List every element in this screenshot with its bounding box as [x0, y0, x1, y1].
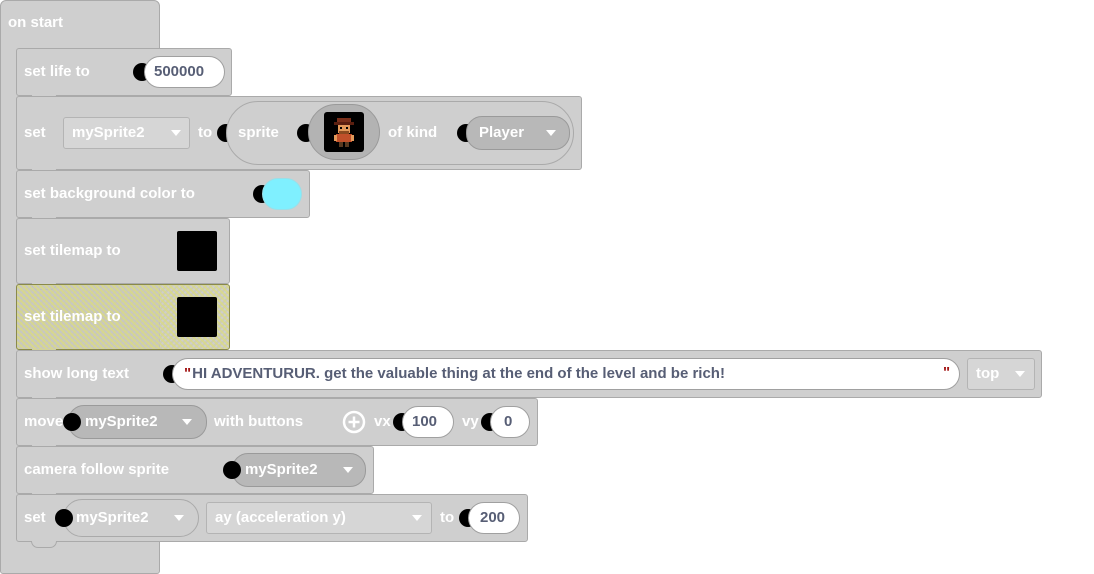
set-background-label: set background color to [24, 185, 195, 202]
color-picker[interactable] [262, 178, 302, 210]
show-long-text-label: show long text [24, 365, 129, 382]
property-sprite-value: mySprite2 [76, 509, 149, 526]
variable-name: mySprite2 [72, 124, 145, 141]
vy-value: 0 [504, 413, 513, 430]
chevron-down-icon [171, 130, 181, 136]
chevron-down-icon [174, 515, 184, 521]
life-value-input[interactable]: 500000 [144, 56, 225, 88]
property-value: ay (acceleration y) [215, 509, 346, 526]
camera-sprite-value: mySprite2 [245, 461, 318, 478]
to-label: to [440, 509, 455, 526]
open-quote: " [184, 365, 192, 382]
set-label: set [24, 509, 46, 526]
text-position-value: top [976, 365, 1000, 382]
camera-follow-label: camera follow sprite [24, 461, 170, 478]
sprite-label: sprite [238, 124, 279, 141]
of-kind-label: of kind [388, 124, 438, 141]
set-tilemap-label: set tilemap to [24, 242, 121, 259]
pirate-sprite-icon [324, 112, 364, 152]
vy-label: vy [462, 413, 479, 430]
vx-label: vx [374, 413, 391, 430]
property-value-input[interactable]: 200 [468, 502, 520, 534]
chevron-down-icon [546, 130, 556, 136]
set-label: set [24, 124, 46, 141]
property-number-value: 200 [480, 509, 506, 526]
input-connector [63, 413, 81, 431]
chevron-down-icon [412, 515, 422, 521]
set-life-label: set life to [24, 63, 90, 80]
life-value: 500000 [154, 63, 205, 80]
kind-value: Player [479, 124, 525, 141]
vx-input[interactable]: 100 [402, 406, 454, 438]
tilemap-thumbnail[interactable] [177, 231, 217, 271]
set-tilemap-label: set tilemap to [24, 308, 121, 325]
property-dropdown[interactable]: ay (acceleration y) [206, 502, 432, 534]
vy-input[interactable]: 0 [490, 406, 530, 438]
chevron-down-icon [182, 419, 192, 425]
long-text-value: HI ADVENTURUR. get the valuable thing at… [192, 365, 725, 382]
chevron-down-icon [1015, 371, 1025, 377]
plus-circle-icon[interactable] [342, 410, 366, 434]
on-start-label: on start [8, 14, 64, 31]
input-connector [55, 509, 73, 527]
vx-value: 100 [412, 413, 438, 430]
input-connector [223, 461, 241, 479]
tilemap-thumbnail[interactable] [177, 297, 217, 337]
long-text-input[interactable]: " HI ADVENTURUR. get the valuable thing … [172, 358, 960, 390]
with-buttons-label: with buttons [214, 413, 304, 430]
move-sprite-value: mySprite2 [85, 413, 158, 430]
move-label: move [24, 413, 64, 430]
to-label: to [198, 124, 213, 141]
chevron-down-icon [343, 467, 353, 473]
close-quote: " [943, 364, 951, 381]
